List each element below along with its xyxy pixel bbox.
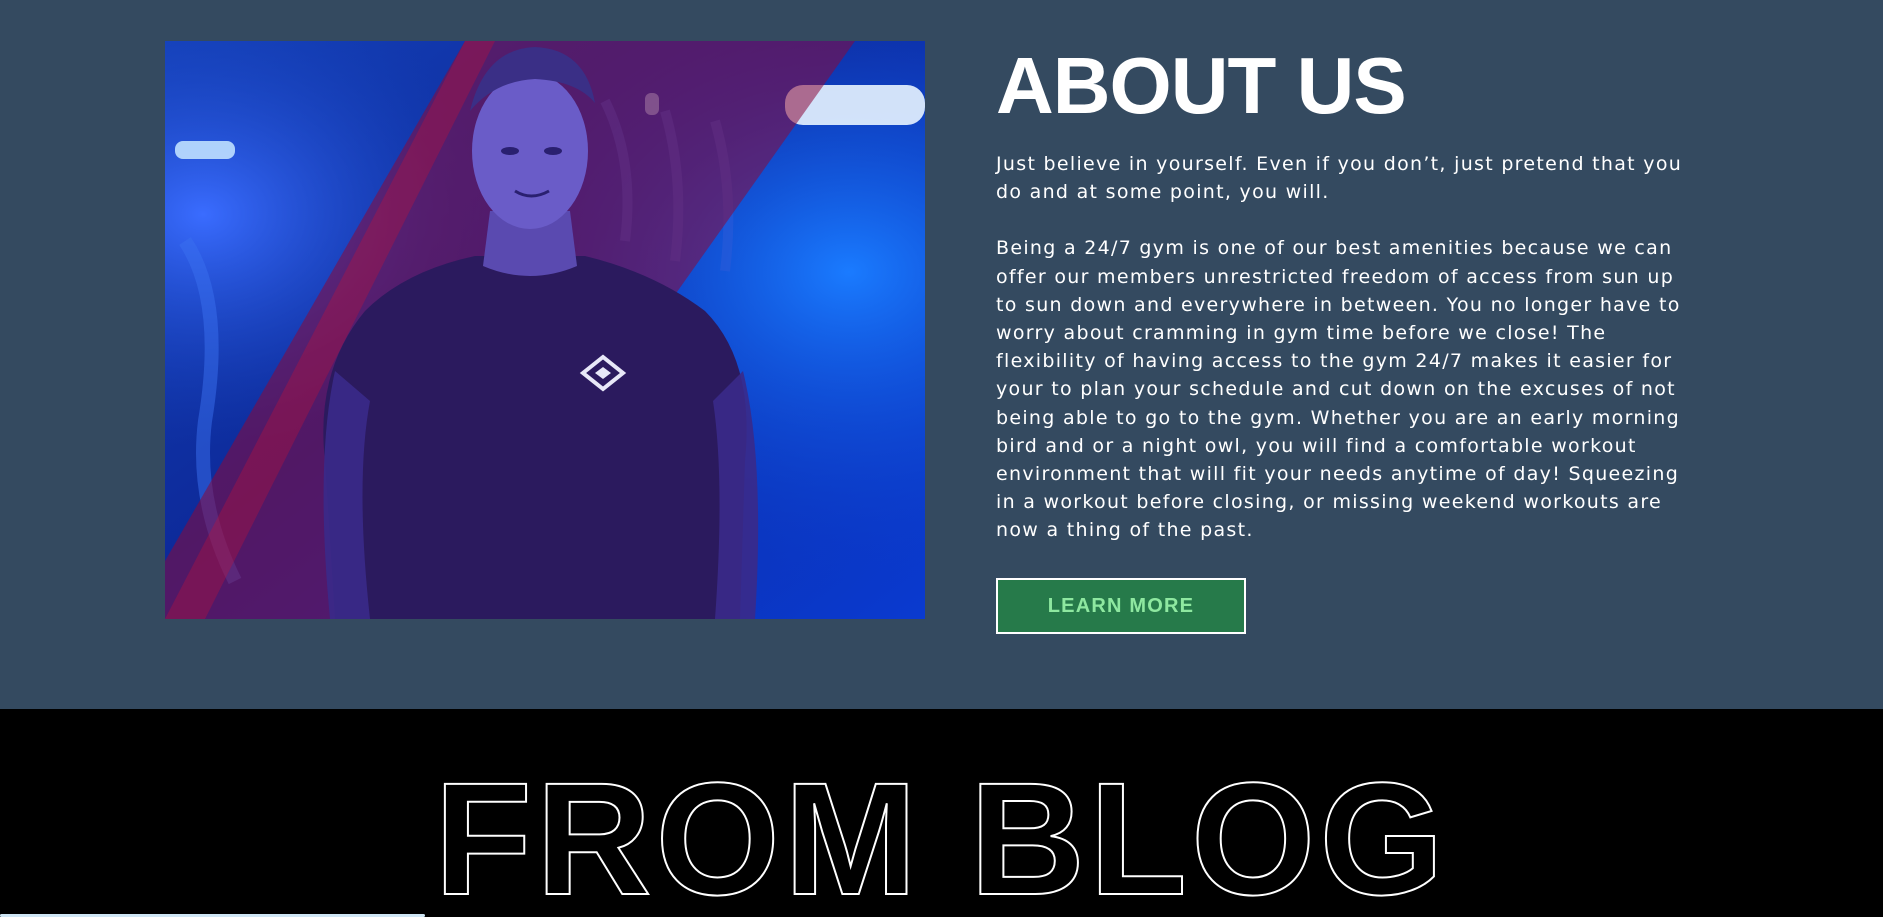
blog-title: FROM BLOG	[434, 749, 1448, 917]
about-intro-paragraph: Just believe in yourself. Even if you do…	[996, 153, 1683, 204]
learn-more-button[interactable]: LEARN MORE	[996, 578, 1246, 634]
blog-heading-outline: FROM BLOG	[433, 748, 1448, 917]
about-body-paragraph: Being a 24/7 gym is one of our best amen…	[996, 237, 1681, 542]
about-section: ABOUT US Just believe in yourself. Even …	[0, 0, 1883, 709]
about-content: ABOUT US Just believe in yourself. Even …	[996, 40, 1696, 545]
about-title: ABOUT US	[996, 41, 1407, 130]
trainer-photo-illustration	[165, 41, 925, 619]
trainer-photo	[165, 41, 925, 619]
blog-section: FROM BLOG	[0, 709, 1883, 917]
